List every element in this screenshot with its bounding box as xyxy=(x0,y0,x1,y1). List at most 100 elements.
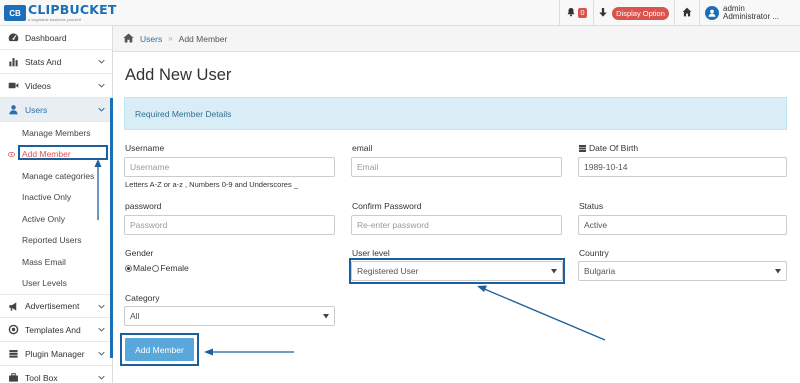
country-label: Country xyxy=(579,248,609,258)
chevron-down-icon xyxy=(98,83,105,88)
sidebar-sub-label: Manage Members xyxy=(22,127,91,138)
sidebar-item-label: Templates And xyxy=(25,324,81,335)
eye-icon xyxy=(8,151,15,157)
arrow-to-user-level xyxy=(481,287,606,341)
home-button[interactable] xyxy=(674,0,699,26)
breadcrumb: Users » Add Member xyxy=(113,26,800,52)
gender-female-radio[interactable] xyxy=(152,264,160,272)
notifications-button[interactable]: 0 xyxy=(559,0,593,26)
sidebar-item-tool-box[interactable]: Tool Box xyxy=(0,366,112,383)
sidebar-item-users[interactable]: Users xyxy=(0,98,112,122)
bell-icon xyxy=(566,7,576,19)
user-level-highlight xyxy=(349,258,565,284)
sidebar-sub-label: Inactive Only xyxy=(22,192,72,203)
chevron-down-icon xyxy=(98,375,105,380)
sidebar-item-label: Tool Box xyxy=(25,372,58,383)
dob-label: Date Of Birth xyxy=(579,143,638,153)
username-label: Username xyxy=(125,143,165,153)
home-icon[interactable] xyxy=(123,33,134,45)
sidebar-item-templates[interactable]: Templates And xyxy=(0,318,112,342)
category-selected-value: All xyxy=(130,311,140,321)
arrow-head-user-level xyxy=(477,285,487,292)
logo-mark: CB xyxy=(4,5,26,21)
sidebar-active-bar xyxy=(110,98,113,358)
user-menu[interactable]: admin Administrator ... xyxy=(699,0,800,26)
video-camera-icon xyxy=(8,80,19,91)
download-arrow-icon xyxy=(599,7,612,19)
country-selected-value: Bulgaria xyxy=(584,266,616,276)
dashboard-icon xyxy=(8,32,19,43)
required-details-panel: Required Member Details xyxy=(124,97,787,130)
sidebar-sub-active-only[interactable]: Active Only xyxy=(0,208,112,230)
confirm-password-label: Confirm Password xyxy=(352,201,422,211)
sidebar-item-label: Users xyxy=(25,104,48,115)
chevron-down-icon xyxy=(98,107,105,112)
caret-down-icon xyxy=(775,269,781,274)
category-select[interactable]: All xyxy=(124,306,335,326)
status-select[interactable]: Active xyxy=(578,215,787,235)
sidebar-item-label: Advertisement xyxy=(25,301,80,311)
home-icon xyxy=(682,7,692,19)
breadcrumb-users-link[interactable]: Users xyxy=(140,34,162,44)
breadcrumb-current: Add Member xyxy=(178,33,228,44)
sidebar-item-dashboard[interactable]: Dashboard xyxy=(0,26,112,50)
bar-chart-icon xyxy=(8,56,19,67)
gender-radio-group: Male Female xyxy=(125,263,189,273)
logo[interactable]: CB CLIPBUCKET a vegetable business yours… xyxy=(4,3,117,23)
sidebar: Dashboard Stats And Videos Users Manage … xyxy=(0,26,113,383)
dob-label-text: Date Of Birth xyxy=(589,143,639,153)
toolbox-icon xyxy=(8,372,19,383)
email-label: email xyxy=(352,143,373,153)
sidebar-item-label: Plugin Manager xyxy=(25,348,85,359)
annotation-arrows xyxy=(94,159,606,356)
sidebar-item-stats[interactable]: Stats And xyxy=(0,50,112,74)
sidebar-sub-manage-categories[interactable]: Manage categories xyxy=(0,165,112,187)
sidebar-sub-user-levels[interactable]: User Levels xyxy=(0,273,112,295)
sidebar-sub-label: Mass Email xyxy=(22,256,66,267)
avatar xyxy=(705,6,719,20)
user-role: Administrator ... xyxy=(723,12,780,21)
chevron-down-icon xyxy=(98,351,105,356)
sidebar-item-advertisement[interactable]: Advertisement xyxy=(0,294,112,318)
sidebar-sub-label: Reported Users xyxy=(22,235,82,246)
sidebar-item-label: Stats And xyxy=(25,56,62,67)
table-icon xyxy=(579,144,586,152)
top-bar: CB CLIPBUCKET a vegetable business yours… xyxy=(0,0,800,26)
status-label: Status xyxy=(579,201,604,211)
circle-icon xyxy=(8,324,19,335)
email-input[interactable] xyxy=(351,157,562,177)
megaphone-icon xyxy=(8,301,19,312)
sidebar-sub-manage-members[interactable]: Manage Members xyxy=(0,122,112,144)
add-member-button-highlight: Add Member xyxy=(120,333,199,366)
panel-title: Required Member Details xyxy=(135,108,232,119)
gender-label: Gender xyxy=(125,248,154,258)
add-member-button[interactable]: Add Member xyxy=(125,338,194,361)
notification-count-badge: 0 xyxy=(578,8,587,18)
sidebar-sub-label: User Levels xyxy=(22,278,67,289)
gender-female-label: Female xyxy=(160,263,189,273)
display-option-button[interactable]: Display Option xyxy=(593,0,674,26)
username-help-text: Letters A-Z or a-z , Numbers 0-9 and Und… xyxy=(125,180,298,189)
sidebar-item-videos[interactable]: Videos xyxy=(0,74,112,98)
gender-male-radio[interactable] xyxy=(125,264,132,272)
sidebar-item-plugin-manager[interactable]: Plugin Manager xyxy=(0,342,112,366)
password-input[interactable] xyxy=(124,215,335,235)
arrow-head-button xyxy=(204,348,213,356)
chevron-down-icon xyxy=(98,59,105,64)
sidebar-sub-inactive-only[interactable]: Inactive Only xyxy=(0,187,112,209)
date-of-birth-input[interactable] xyxy=(578,157,787,177)
username-input[interactable] xyxy=(124,157,335,177)
user-level-label: User level xyxy=(352,248,390,258)
status-selected-value: Active xyxy=(584,220,608,230)
chevron-down-icon xyxy=(98,327,105,332)
sidebar-sub-mass-email[interactable]: Mass Email xyxy=(0,251,112,273)
sidebar-sub-label: Manage categories xyxy=(22,170,95,181)
sidebar-item-label: Dashboard xyxy=(25,32,67,43)
sidebar-sub-reported-users[interactable]: Reported Users xyxy=(0,230,112,252)
add-member-highlight xyxy=(18,145,108,160)
sidebar-sub-label: Active Only xyxy=(22,213,65,224)
plugin-icon xyxy=(8,348,19,359)
country-select[interactable]: Bulgaria xyxy=(578,261,787,281)
confirm-password-input[interactable] xyxy=(351,215,562,235)
caret-down-icon xyxy=(323,314,329,319)
